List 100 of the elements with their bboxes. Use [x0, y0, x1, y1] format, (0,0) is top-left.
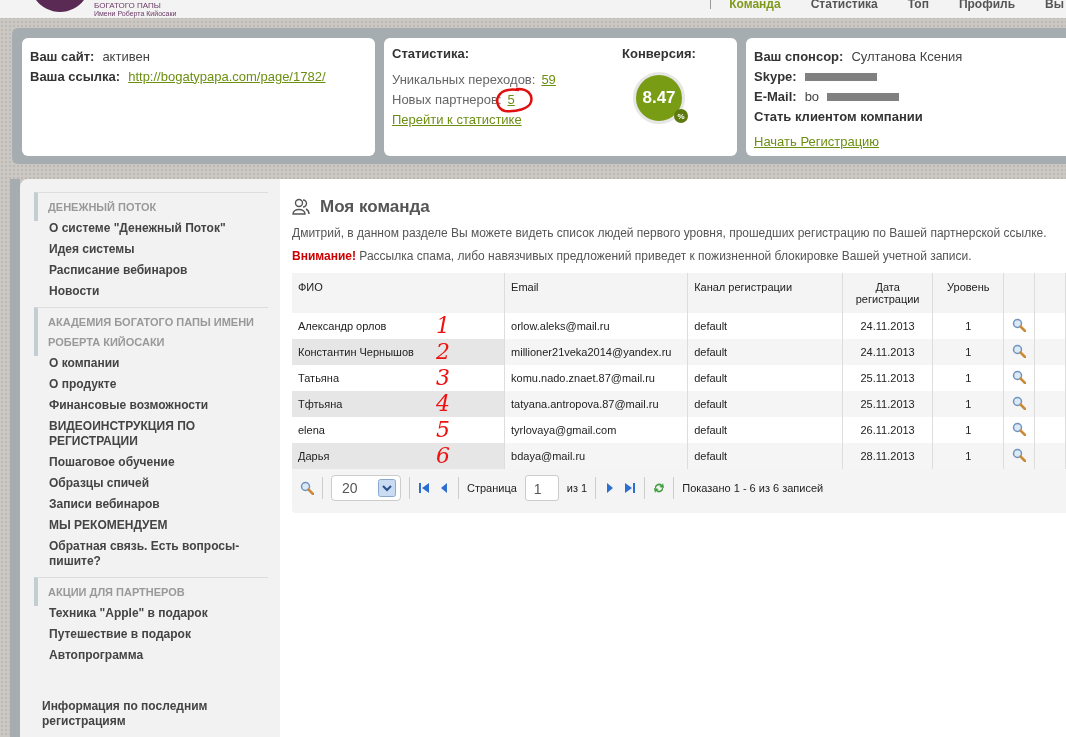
page-size-select[interactable]: 20 [331, 475, 401, 501]
search-icon [300, 481, 314, 495]
table-cell: bdaya@mail.ru [511, 450, 586, 462]
sidebar-link[interactable]: Пошаговое обучение [34, 455, 268, 470]
search-icon [1011, 448, 1026, 462]
people-icon [292, 198, 310, 216]
dropdown-icon [378, 479, 396, 497]
field-label: Ваш спонсор: [754, 48, 844, 64]
table-cell: 24.11.2013 [860, 320, 915, 332]
refresh-button[interactable] [653, 482, 666, 494]
table-cell: Татьяна [298, 372, 340, 384]
sidebar-link[interactable]: Идея системы [34, 242, 268, 257]
sidebar-link[interactable]: Записи вебинаров [34, 497, 268, 512]
refresh-icon [653, 482, 666, 494]
table-cell: default [694, 346, 728, 358]
handwritten-number: 6 [436, 443, 450, 469]
section-heading: АКЦИИ ДЛЯ ПАРТНЕРОВ [34, 577, 268, 606]
sidebar-link[interactable]: Техника "Apple" в подарок [34, 606, 268, 621]
table-cell: 1 [965, 346, 972, 358]
stat-link[interactable]: 59 [541, 72, 556, 87]
table-cell: tyrlovaya@gmail.com [511, 424, 617, 436]
nav-link[interactable]: Статистика [810, 0, 878, 11]
handwritten-number: 2 [436, 339, 450, 365]
nav-link[interactable]: Вы [1045, 0, 1064, 11]
table-cell: 25.11.2013 [860, 372, 915, 384]
handwritten-number: 4 [436, 391, 450, 417]
handwritten-number: 5 [436, 417, 450, 443]
table-cell: 1 [965, 398, 972, 410]
view-button[interactable] [1011, 396, 1026, 410]
last-page-icon [624, 482, 637, 494]
column-header[interactable]: Канал регистрации [687, 273, 843, 313]
percent-badge: % [674, 109, 688, 123]
field-value: активен [102, 48, 150, 64]
view-button[interactable] [1011, 422, 1026, 436]
table-cell: 1 [965, 372, 972, 384]
view-button[interactable] [1011, 318, 1026, 332]
table-cell: 1 [965, 424, 972, 436]
table-cell: 25.11.2013 [860, 398, 915, 410]
nav-link[interactable]: Профиль [958, 0, 1016, 11]
view-button[interactable] [1011, 344, 1026, 358]
last-page-button[interactable] [624, 482, 637, 494]
table-cell: Александр орлов [298, 320, 387, 332]
handwritten-number: 1 [436, 313, 450, 339]
sidebar-link[interactable]: Автопрограмма [34, 648, 268, 663]
search-icon [1011, 422, 1026, 436]
view-button[interactable] [1011, 448, 1026, 462]
column-header[interactable]: Дата регистрации [842, 273, 933, 313]
nav-link[interactable]: Топ [907, 0, 929, 11]
field-label: Ваш сайт: [30, 48, 95, 64]
card-title: Статистика: [392, 46, 470, 63]
column-header[interactable]: ФИО [292, 273, 505, 313]
sidebar-link[interactable]: Обратная связь. Есть вопросы-пишите? [34, 539, 268, 569]
page-title: Моя команда [320, 197, 430, 217]
field-value: bo [804, 88, 820, 104]
section-heading: ДЕНЕЖНЫЙ ПОТОК [34, 192, 268, 221]
sidebar-link[interactable]: Образцы спичей [34, 476, 268, 491]
search-icon [1011, 318, 1026, 332]
sidebar-link[interactable]: Новости [34, 284, 268, 299]
sidebar-link[interactable]: О системе "Денежный Поток" [34, 221, 268, 236]
sidebar-link[interactable]: О продукте [34, 377, 268, 392]
sidebar-link[interactable]: Финансовые возможности [34, 398, 268, 413]
sidebar-link[interactable]: Путешествие в подарок [34, 627, 268, 642]
column-header[interactable]: Email [504, 273, 688, 313]
table-cell: 1 [965, 320, 972, 332]
field-value: Султанова Ксения [851, 48, 963, 64]
sidebar-link[interactable]: О компании [34, 356, 268, 371]
column-header[interactable]: Уровень [932, 273, 1004, 313]
section-heading: АКАДЕМИЯ БОГАТОГО ПАПЫ ИМЕНИ РОБЕРТА КИЙОСАКИ [34, 307, 268, 356]
search-icon [1011, 344, 1026, 358]
sidebar-link[interactable]: ВИДЕОИНСТРУКЦИЯ ПО РЕГИСТРАЦИИ [34, 419, 268, 449]
conversion-badge: 8.47 % [633, 72, 685, 124]
register-link[interactable]: Начать Регистрацию [754, 134, 1058, 149]
intro-text: Дмитрий, в данном разделе Вы можете видеть список людей первого уровня, прошедших регистрацию по Вашей партнерской ссылке. [292, 226, 1048, 240]
table-cell: komu.nado.znaet.87@mail.ru [511, 372, 655, 384]
sidebar-link[interactable]: МЫ РЕКОМЕНДУЕМ [34, 518, 268, 533]
table-cell: millioner21veka2014@yandex.ru [511, 346, 672, 358]
site-link[interactable]: http://bogatypapa.com/page/1782/ [128, 68, 326, 84]
record-summary: Показано 1 - 6 из 6 записей [682, 482, 824, 494]
first-page-icon [418, 482, 430, 494]
page-input[interactable]: 1 [524, 475, 559, 501]
sidebar-link[interactable]: Расписание вебинаров [34, 263, 268, 278]
field-label: Skype: [754, 68, 797, 84]
view-button[interactable] [1011, 370, 1026, 384]
stats-link[interactable]: Перейти к статистике [392, 112, 556, 127]
field-label: E-Mail: [754, 88, 797, 104]
search-button[interactable] [300, 481, 314, 495]
table-cell: Тфтьяна [298, 398, 343, 410]
logo-text: БОГАТОГО ПАПЫ [94, 1, 162, 10]
table-cell: default [694, 372, 728, 384]
search-icon [1011, 396, 1026, 410]
field-label: Ваша ссылка: [30, 68, 121, 84]
stat-link[interactable]: 5 [507, 92, 515, 107]
table-cell: tatyana.antropova.87@mail.ru [511, 398, 659, 410]
card-text: Стать клиентом компании [754, 107, 924, 126]
table-cell: Дарья [298, 450, 330, 462]
stat-label: Уникальных переходов: [392, 72, 536, 89]
first-page-button[interactable] [418, 482, 430, 494]
card-title: Конверсия: [622, 46, 696, 63]
table-cell: Константин Чернышов [298, 346, 414, 358]
table-cell: default [694, 398, 728, 410]
